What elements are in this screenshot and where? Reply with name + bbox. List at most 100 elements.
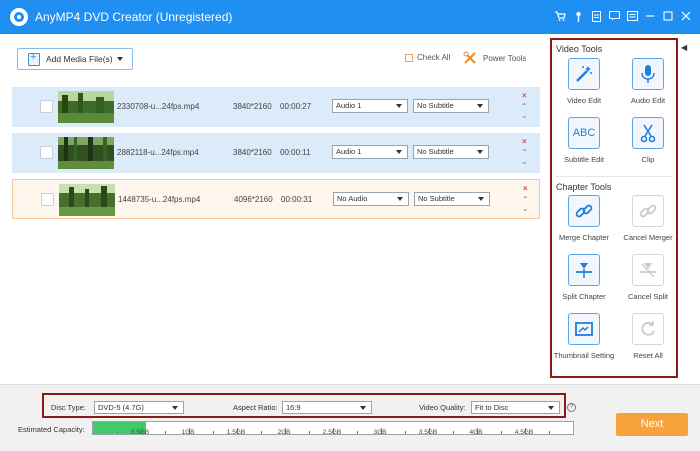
clip-label: Clip: [641, 155, 655, 164]
user-key-icon[interactable]: [572, 10, 584, 22]
subtitle-select[interactable]: No Subtitle: [413, 99, 489, 113]
move-up-icon[interactable]: ⌃: [521, 102, 528, 111]
minimize-icon[interactable]: [644, 10, 656, 22]
disc-settings: Disc Type: DVD-5 (4.7G) Aspect Ratio: 16…: [42, 393, 566, 418]
move-down-icon[interactable]: ⌄: [521, 111, 528, 120]
next-button[interactable]: Next: [616, 413, 688, 436]
audio-select-value: Audio 1: [336, 101, 362, 110]
audio-select[interactable]: Audio 1: [332, 145, 408, 159]
row-checkbox[interactable]: [41, 193, 54, 206]
reset-icon: [641, 321, 655, 336]
clip-button[interactable]: [632, 117, 664, 149]
chevron-down-icon[interactable]: [117, 57, 123, 61]
cart-icon[interactable]: [554, 10, 566, 22]
merge-chapter-tool[interactable]: Merge Chapter: [552, 195, 616, 253]
help-icon[interactable]: ?: [567, 403, 576, 412]
capacity-tick-label: 0.5GB: [130, 429, 150, 436]
disc-type-label: Disc Type:: [51, 403, 86, 412]
subtitle-select[interactable]: No Subtitle: [414, 192, 490, 206]
delete-icon[interactable]: ×: [523, 184, 528, 193]
subtitle-abc-icon: ABC: [572, 127, 596, 139]
document-icon[interactable]: [590, 10, 602, 22]
duration: 00:00:11: [280, 148, 311, 157]
subtitle-select[interactable]: No Subtitle: [413, 145, 489, 159]
aspect-ratio-label: Aspect Ratio:: [233, 403, 278, 412]
window-title: AnyMP4 DVD Creator (Unregistered): [35, 10, 233, 24]
capacity-minor-tick: [309, 431, 310, 434]
subtitle-select-value: No Subtitle: [417, 101, 454, 110]
audio-select[interactable]: No Audio: [333, 192, 409, 206]
row-checkbox[interactable]: [40, 100, 53, 113]
disc-type-value: DVD-5 (4.7G): [98, 403, 144, 412]
video-quality-value: Fit to Disc: [475, 403, 509, 412]
row-checkbox[interactable]: [40, 146, 53, 159]
merge-chapter-button[interactable]: [568, 195, 600, 227]
split-chapter-button[interactable]: [568, 254, 600, 286]
audio-select-value: No Audio: [337, 194, 368, 203]
delete-icon[interactable]: ×: [522, 91, 527, 100]
subtitle-edit-label: Subtitle Edit: [563, 155, 605, 164]
audio-edit-button[interactable]: [632, 58, 664, 90]
capacity-minor-tick: [165, 431, 166, 434]
collapse-panel-icon[interactable]: ◀: [681, 43, 687, 52]
cancel-merger-label: Cancel Merger: [623, 233, 673, 242]
video-quality-label: Video Quality:: [419, 403, 466, 412]
clip-tool[interactable]: Clip: [616, 117, 680, 175]
cancel-split-button[interactable]: [632, 254, 664, 286]
thumbnail-setting-button[interactable]: [568, 313, 600, 345]
media-row[interactable]: 1448735-u...24fps.mp4 4096*2160 00:00:31…: [12, 179, 540, 219]
chevron-down-icon: [360, 406, 366, 410]
delete-icon[interactable]: ×: [522, 137, 527, 146]
capacity-minor-tick: [453, 431, 454, 434]
capacity-minor-tick: [357, 431, 358, 434]
subtitle-select-value: No Subtitle: [417, 147, 454, 156]
media-row[interactable]: 2330708-u...24fps.mp4 3840*2160 00:00:27…: [12, 87, 540, 127]
duration: 00:00:27: [280, 102, 312, 111]
tools-panel: Video Tools Video Edit Audio Edit ABC Su…: [550, 38, 678, 378]
resolution: 3840*2160: [233, 102, 272, 111]
subtitle-edit-button[interactable]: ABC: [568, 117, 600, 149]
link-icon: [575, 204, 593, 218]
move-up-icon[interactable]: ⌃: [521, 148, 528, 157]
panel-divider: [556, 176, 672, 177]
media-row[interactable]: 2882118-u...24fps.mp4 3840*2160 00:00:11…: [12, 133, 540, 173]
reset-all-button[interactable]: [632, 313, 664, 345]
audio-select[interactable]: Audio 1: [332, 99, 408, 113]
duration: 00:00:31: [281, 195, 313, 204]
video-quality-select[interactable]: Fit to Disc: [471, 401, 560, 414]
capacity-tick-label: 2.5GB: [322, 429, 342, 436]
tools-icon: [463, 51, 476, 64]
move-up-icon[interactable]: ⌃: [522, 195, 529, 204]
capacity-minor-tick: [117, 431, 118, 434]
chevron-down-icon: [478, 197, 484, 201]
close-icon[interactable]: [680, 10, 692, 22]
chat-icon[interactable]: [608, 10, 620, 22]
title-bar: AnyMP4 DVD Creator (Unregistered): [0, 0, 700, 34]
cancel-merger-tool[interactable]: Cancel Merger: [616, 195, 680, 253]
cancel-merger-button[interactable]: [632, 195, 664, 227]
title-bar-controls: [554, 10, 692, 22]
cancel-split-tool[interactable]: Cancel Split: [616, 254, 680, 312]
move-down-icon[interactable]: ⌄: [521, 157, 528, 166]
menu-icon[interactable]: [626, 10, 638, 22]
move-down-icon[interactable]: ⌄: [522, 204, 529, 213]
reset-all-tool[interactable]: Reset All: [616, 313, 680, 371]
thumbnail-setting-tool[interactable]: Thumbnail Setting: [552, 313, 616, 371]
maximize-icon[interactable]: [662, 10, 674, 22]
capacity-minor-tick: [213, 431, 214, 434]
add-media-button[interactable]: Add Media File(s): [17, 48, 133, 70]
check-all-checkbox[interactable]: [405, 53, 413, 62]
aspect-ratio-select[interactable]: 16:9: [282, 401, 372, 414]
video-edit-tool[interactable]: Video Edit: [552, 58, 616, 116]
power-tools-button[interactable]: Power Tools: [463, 51, 526, 65]
add-file-icon: [28, 51, 40, 66]
merge-chapter-label: Merge Chapter: [558, 233, 610, 242]
capacity-tick-label: 2GB: [277, 429, 291, 436]
split-icon: [576, 263, 592, 278]
check-all[interactable]: Check All: [405, 53, 450, 62]
video-edit-button[interactable]: [568, 58, 600, 90]
split-chapter-tool[interactable]: Split Chapter: [552, 254, 616, 312]
disc-type-select[interactable]: DVD-5 (4.7G): [94, 401, 184, 414]
subtitle-edit-tool[interactable]: ABC Subtitle Edit: [552, 117, 616, 175]
audio-edit-tool[interactable]: Audio Edit: [616, 58, 680, 116]
